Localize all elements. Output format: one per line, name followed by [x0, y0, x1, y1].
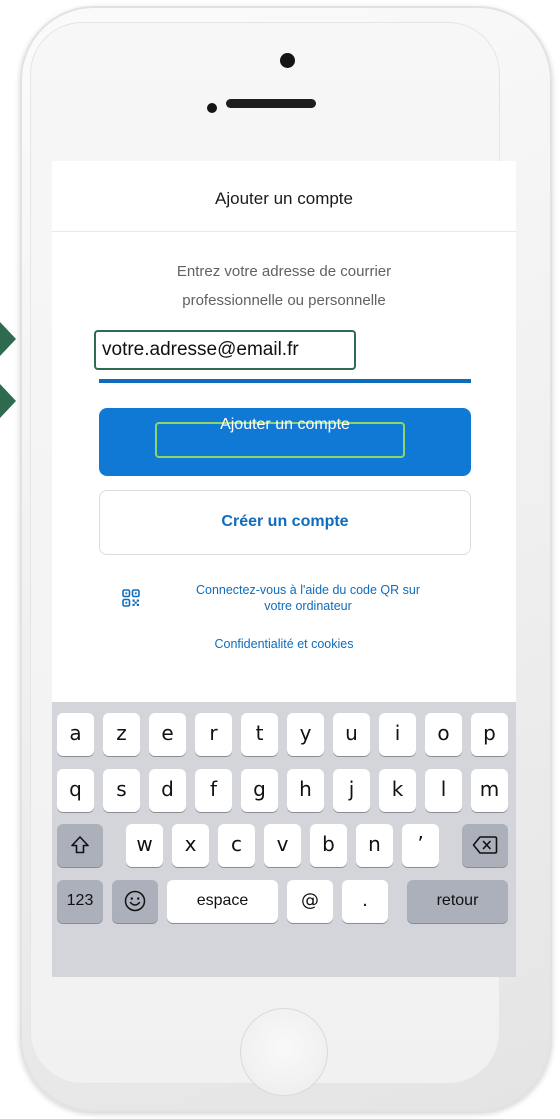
key-f[interactable]: f [195, 769, 232, 812]
key-w[interactable]: w [126, 824, 163, 867]
qr-text-line-1: Connectez-vous à l'aide du code QR sur [195, 583, 421, 597]
instruction-line-1: Entrez votre adresse de courrier [176, 263, 392, 280]
header: Ajouter un compte [52, 161, 516, 232]
key-o[interactable]: o [425, 713, 462, 756]
key-k[interactable]: k [379, 769, 416, 812]
key-y[interactable]: y [287, 713, 324, 756]
key-d[interactable]: d [149, 769, 186, 812]
email-input-underline [99, 379, 471, 383]
numbers-key[interactable]: 123 [57, 880, 103, 923]
page-title: Ajouter un compte [215, 189, 353, 208]
add-account-button-label: Ajouter un compte [220, 416, 350, 433]
key-e[interactable]: e [149, 713, 186, 756]
proximity-sensor [207, 103, 217, 113]
add-account-button[interactable]: Ajouter un compte [99, 408, 471, 476]
create-account-button-label: Créer un compte [221, 513, 349, 530]
email-input[interactable] [94, 330, 356, 370]
key-n[interactable]: n [356, 824, 393, 867]
at-key[interactable]: @ [287, 880, 333, 923]
qr-signin-link[interactable]: Connectez-vous à l'aide du code QR sur v… [122, 583, 462, 623]
emoji-icon [124, 890, 146, 912]
key-q[interactable]: q [57, 769, 94, 812]
pointer-arrow-email [0, 322, 16, 356]
key-p[interactable]: p [471, 713, 508, 756]
home-button[interactable] [240, 1008, 328, 1096]
backspace-key[interactable] [462, 824, 508, 867]
phone-screen: Ajouter un compte Entrez votre adresse d… [52, 161, 516, 977]
instruction-text: Entrez votre adresse de courrier profess… [114, 257, 454, 315]
key-r[interactable]: r [195, 713, 232, 756]
instruction-line-2: professionnelle ou personnelle [182, 292, 386, 309]
key-g[interactable]: g [241, 769, 278, 812]
return-key[interactable]: retour [407, 880, 508, 923]
create-account-button[interactable]: Créer un compte [99, 490, 471, 555]
front-camera [280, 53, 295, 68]
key-u[interactable]: u [333, 713, 370, 756]
key-b[interactable]: b [310, 824, 347, 867]
key-t[interactable]: t [241, 713, 278, 756]
qr-signin-text: Connectez-vous à l'aide du code QR sur v… [152, 582, 464, 614]
key-v[interactable]: v [264, 824, 301, 867]
key-h[interactable]: h [287, 769, 324, 812]
key-c[interactable]: c [218, 824, 255, 867]
key-x[interactable]: x [172, 824, 209, 867]
key-j[interactable]: j [333, 769, 370, 812]
shift-key[interactable] [57, 824, 103, 867]
period-key[interactable]: . [342, 880, 388, 923]
pointer-arrow-button [0, 384, 16, 418]
shift-icon [71, 836, 89, 854]
key-s[interactable]: s [103, 769, 140, 812]
qr-code-icon [122, 589, 140, 607]
key-l[interactable]: l [425, 769, 462, 812]
backspace-icon [472, 836, 498, 854]
emoji-key[interactable] [112, 880, 158, 923]
space-key[interactable]: espace [167, 880, 278, 923]
key-a[interactable]: a [57, 713, 94, 756]
earpiece-speaker [226, 99, 316, 108]
privacy-link[interactable]: Confidentialité et cookies [52, 637, 516, 651]
qr-text-line-2: votre ordinateur [264, 599, 352, 613]
key-z[interactable]: z [103, 713, 140, 756]
key-apostrophe[interactable]: ’ [402, 824, 439, 867]
keyboard: a z e r t y u i o p q s d f g h j k l m … [52, 702, 516, 977]
key-m[interactable]: m [471, 769, 508, 812]
key-i[interactable]: i [379, 713, 416, 756]
